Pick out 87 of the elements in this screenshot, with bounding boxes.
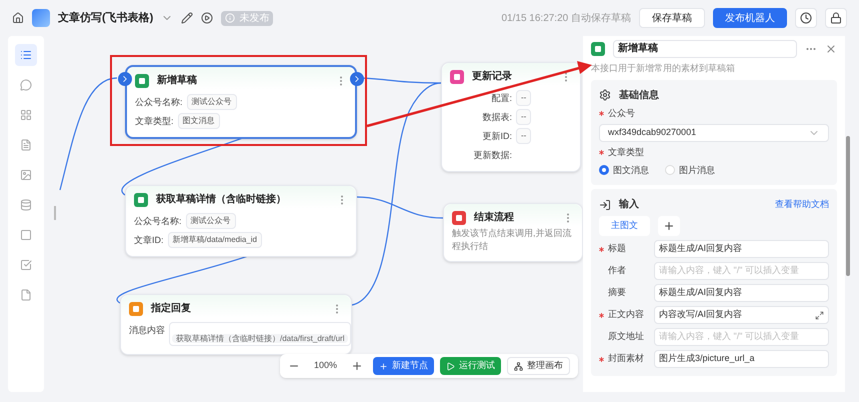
- radio-option[interactable]: 图文消息: [599, 164, 649, 177]
- value-tag: --: [516, 128, 532, 144]
- flow-node[interactable]: 更新记录 配置: -- 数据表: -- 更新ID: -- 更新数据:: [441, 62, 581, 172]
- zoom-in-icon[interactable]: [351, 360, 364, 372]
- input-icon: [599, 198, 611, 210]
- plus-icon: [379, 362, 388, 370]
- checkbox-icon: [20, 259, 32, 271]
- chat-icon: [20, 79, 32, 91]
- arrange-button[interactable]: 整理画布: [507, 357, 570, 375]
- save-draft-button[interactable]: 保存草稿: [639, 8, 705, 28]
- add-tab-button[interactable]: [658, 216, 680, 236]
- field-label: 公众号名称:: [135, 96, 183, 109]
- home-icon[interactable]: [12, 12, 24, 24]
- node-description: 本接口用于新增常用的素材到草稿箱: [591, 62, 736, 75]
- network-icon: [514, 362, 524, 370]
- input-field[interactable]: 标题生成/AI回复内容: [654, 284, 829, 302]
- flow-node[interactable]: 获取草稿详情（含临时链接） 公众号名称: 测试公众号 文章ID: 新增草稿/data/media_id: [125, 185, 357, 257]
- node-title: 新增草稿: [157, 73, 197, 88]
- input-port-icon[interactable]: [118, 72, 132, 86]
- lock-button[interactable]: [825, 8, 847, 28]
- input-field[interactable]: 内容改写/AI回复内容: [654, 306, 829, 324]
- node-title: 指定回复: [151, 301, 191, 316]
- tab[interactable]: 主图文: [599, 216, 650, 236]
- field-label: 更新数据:: [472, 149, 512, 162]
- plus-icon: [663, 220, 675, 232]
- node-name-field[interactable]: 新增草稿: [613, 40, 797, 58]
- value-tag: 图文消息: [178, 113, 220, 129]
- input-field[interactable]: 图片生成3/picture_url_a: [654, 350, 829, 368]
- field-label: 公众号名称:: [134, 215, 182, 228]
- node-type-icon: [591, 42, 605, 56]
- flow-node[interactable]: 指定回复 消息内容 获取草稿详情（含临时链接）/data/first_draft/url: [120, 294, 352, 355]
- value-tag: 新增草稿/data/media_id: [168, 232, 262, 248]
- field-label: 作者: [608, 264, 627, 278]
- node-title: 结束流程: [474, 210, 514, 225]
- section-heading: 基础信息: [619, 88, 659, 102]
- field-label: 正文内容: [608, 308, 645, 322]
- flow-node[interactable]: 结束流程 触发该节点结束调用,并返回流程执行结: [443, 203, 583, 262]
- field-label: 文章类型: [608, 146, 644, 159]
- image-icon: [20, 169, 32, 181]
- radio-option[interactable]: 图片消息: [665, 164, 715, 177]
- input-field[interactable]: 标题生成/AI回复内容: [654, 240, 829, 258]
- flow-node[interactable]: 新增草稿 公众号名称: 测试公众号 文章类型: 图文消息: [125, 65, 357, 139]
- value-tag: --: [516, 109, 532, 125]
- history-button[interactable]: [795, 8, 817, 28]
- value-tag: --: [516, 90, 532, 106]
- field-label: 配置:: [490, 92, 512, 105]
- value-tag: 测试公众号: [186, 213, 236, 229]
- node-title: 更新记录: [472, 69, 512, 84]
- app-logo-icon: [32, 9, 50, 27]
- field-label: 公众号: [608, 106, 635, 120]
- field-label: 文章类型:: [135, 115, 174, 128]
- expand-icon[interactable]: [815, 310, 824, 320]
- field-label: 消息内容: [129, 324, 165, 337]
- field-label: 封面素材: [608, 352, 645, 366]
- lock-icon: [830, 12, 842, 24]
- section-heading: 输入: [619, 198, 639, 212]
- database-icon: [20, 199, 32, 211]
- zoom-level: 100%: [313, 359, 338, 372]
- square-icon: [20, 229, 32, 241]
- grid-icon: [20, 109, 32, 121]
- field-label: 摘要: [608, 286, 627, 300]
- edit-icon[interactable]: [181, 12, 194, 24]
- field-label: 文章ID:: [134, 234, 164, 247]
- document-icon: [20, 139, 32, 151]
- file-icon: [20, 289, 32, 301]
- node-title: 获取草稿详情（含临时链接）: [156, 192, 286, 207]
- field-label: 数据表:: [481, 111, 512, 124]
- settings-icon: [599, 89, 611, 101]
- field-label: 标题: [608, 242, 627, 256]
- field-label: 更新ID:: [481, 130, 512, 143]
- help-link[interactable]: 查看帮助文档: [775, 198, 829, 212]
- value-tag: 测试公众号: [186, 94, 237, 110]
- resize-handle[interactable]: [54, 206, 56, 220]
- autosave-text: 01/15 16:27:20 自动保存草稿: [501, 12, 631, 26]
- publish-button[interactable]: 发布机器人: [713, 8, 787, 28]
- sidebar-item[interactable]: [15, 44, 37, 66]
- output-port-icon[interactable]: [350, 72, 364, 86]
- node-description: 触发该节点结束调用,并返回流程执行结: [451, 227, 573, 253]
- new-node-button[interactable]: 新建节点: [373, 357, 434, 375]
- play-icon[interactable]: [201, 12, 214, 24]
- message-field: 获取草稿详情（含临时链接）/data/first_draft/url: [169, 322, 352, 346]
- play-icon: [446, 362, 456, 370]
- app-title: 文章仿写(飞书表格): [58, 10, 154, 26]
- account-select[interactable]: wxf349dcab90270001: [599, 124, 829, 142]
- close-icon[interactable]: [825, 43, 837, 55]
- field-label: 原文地址: [608, 330, 645, 344]
- clock-icon: [800, 12, 812, 24]
